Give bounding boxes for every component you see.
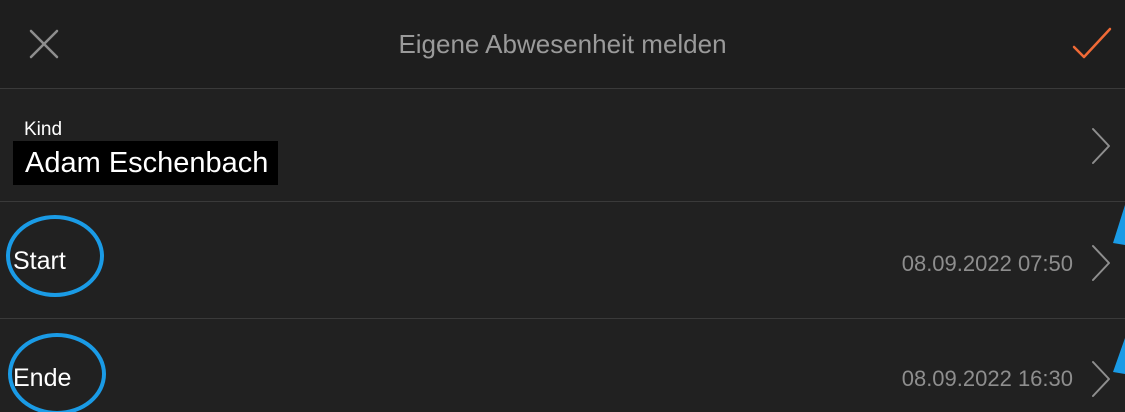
child-name-value: Adam Eschenbach bbox=[13, 141, 279, 185]
page-title: Eigene Abwesenheit melden bbox=[398, 29, 727, 59]
close-x-icon bbox=[29, 29, 59, 59]
start-field-label: Start bbox=[13, 247, 66, 275]
navigation-bar: Eigene Abwesenheit melden bbox=[0, 0, 1125, 89]
start-datetime-value: 08.09.2022 07:50 bbox=[901, 251, 1073, 276]
start-datetime-row[interactable]: Start 08.09.2022 07:50 bbox=[0, 202, 1125, 319]
end-field-label: Ende bbox=[13, 364, 72, 392]
end-datetime-row[interactable]: Ende 08.09.2022 16:30 bbox=[0, 319, 1125, 412]
child-select-row[interactable]: Kind Adam Eschenbach bbox=[0, 89, 1125, 202]
checkmark-icon bbox=[1072, 27, 1112, 59]
chevron-right-icon bbox=[1092, 128, 1110, 164]
confirm-button[interactable] bbox=[1070, 22, 1114, 66]
absence-report-screen: Eigene Abwesenheit melden Kind Adam Esch… bbox=[0, 0, 1125, 412]
end-datetime-value: 08.09.2022 16:30 bbox=[901, 366, 1073, 391]
close-button[interactable] bbox=[22, 22, 66, 66]
child-field-label: Kind bbox=[24, 119, 63, 140]
chevron-right-icon bbox=[1092, 361, 1110, 397]
chevron-right-icon bbox=[1092, 245, 1110, 281]
